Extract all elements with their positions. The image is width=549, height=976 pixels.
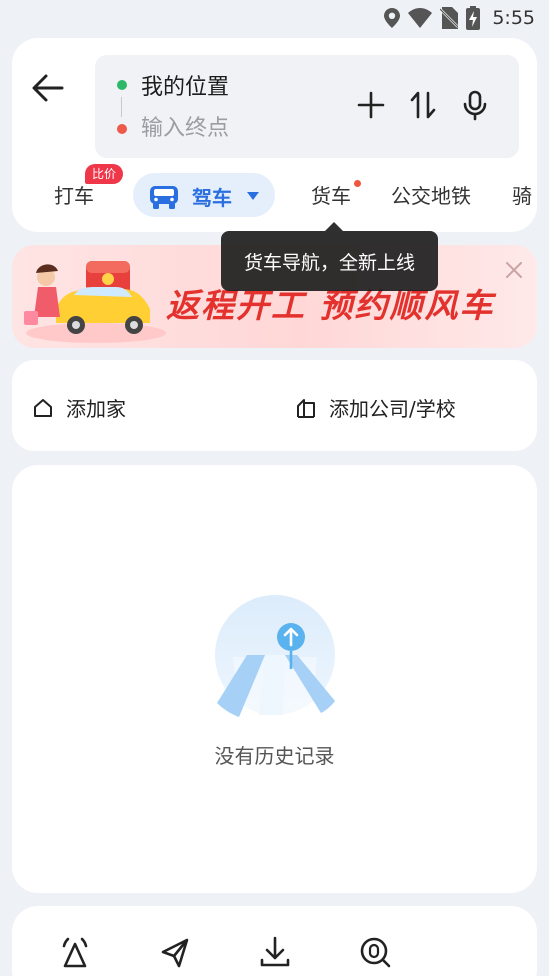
plus-icon <box>357 91 385 119</box>
status-time: 5:55 <box>492 7 535 29</box>
tab-transit-label: 公交地铁 <box>391 184 471 208</box>
location-icon <box>384 8 401 28</box>
empty-road-illustration <box>215 595 335 717</box>
download-button[interactable] <box>257 934 293 970</box>
send-button[interactable] <box>157 934 193 970</box>
tab-ride-label: 骑 <box>512 184 532 208</box>
add-waypoint-button[interactable] <box>355 89 387 121</box>
start-location-field[interactable]: 我的位置 <box>141 69 229 101</box>
arrow-left-icon <box>32 74 64 102</box>
tooltip-text: 货车导航，全新上线 <box>243 251 415 274</box>
no-sim-icon <box>440 7 459 29</box>
tab-driving-label: 驾车 <box>192 186 232 210</box>
car-icon <box>150 186 178 209</box>
history-panel: 没有历史记录 <box>12 465 537 893</box>
tab-driving[interactable]: 驾车 <box>133 173 275 217</box>
add-work-button[interactable]: 添加公司/学校 <box>295 393 456 422</box>
add-work-label: 添加公司/学校 <box>329 397 456 421</box>
add-home-label: 添加家 <box>66 397 126 421</box>
tab-truck-label: 货车 <box>311 184 351 208</box>
voice-input-button[interactable] <box>459 89 491 121</box>
route-box: 我的位置 <box>95 55 519 158</box>
tab-ride[interactable]: 骑 <box>512 180 537 209</box>
swap-route-button[interactable] <box>407 89 439 121</box>
broadcast-button[interactable] <box>57 934 93 970</box>
battery-charging-icon <box>466 6 481 30</box>
empty-history-text: 没有历史记录 <box>214 744 335 768</box>
bottom-tools <box>12 906 537 976</box>
scan-search-icon <box>360 937 391 968</box>
back-button[interactable] <box>28 68 68 108</box>
new-dot-indicator <box>354 180 361 187</box>
download-icon <box>260 936 290 967</box>
add-home-button[interactable]: 添加家 <box>32 393 126 422</box>
paper-plane-icon <box>161 938 189 968</box>
building-icon <box>297 398 315 418</box>
status-bar: 5:55 <box>0 0 549 36</box>
tab-truck[interactable]: 货车 <box>311 180 351 209</box>
swap-vertical-icon <box>410 91 436 119</box>
compare-badge: 比价 <box>85 164 124 184</box>
caret-down-icon[interactable] <box>246 191 260 201</box>
mode-tabs: 打车 比价 驾车 货车 公交地铁 骑 <box>12 164 537 222</box>
end-dot-icon <box>117 124 127 134</box>
start-dot-icon <box>117 80 127 90</box>
carpool-illustration <box>24 261 166 343</box>
wifi-icon <box>408 8 433 28</box>
broadcast-icon <box>62 937 88 968</box>
address-shortcuts: 添加家 添加公司/学校 <box>12 360 537 451</box>
close-icon[interactable] <box>503 259 525 281</box>
home-icon <box>34 398 52 417</box>
scan-search-button[interactable] <box>357 934 393 970</box>
route-connector <box>121 97 122 117</box>
destination-input[interactable] <box>141 113 311 143</box>
route-card: 我的位置 打车 比价 <box>12 38 537 232</box>
tab-taxi[interactable]: 打车 <box>54 180 94 209</box>
tab-transit[interactable]: 公交地铁 <box>391 180 471 209</box>
tab-taxi-label: 打车 <box>54 184 94 208</box>
truck-nav-tooltip: 货车导航，全新上线 <box>221 222 438 291</box>
microphone-icon <box>463 90 487 121</box>
